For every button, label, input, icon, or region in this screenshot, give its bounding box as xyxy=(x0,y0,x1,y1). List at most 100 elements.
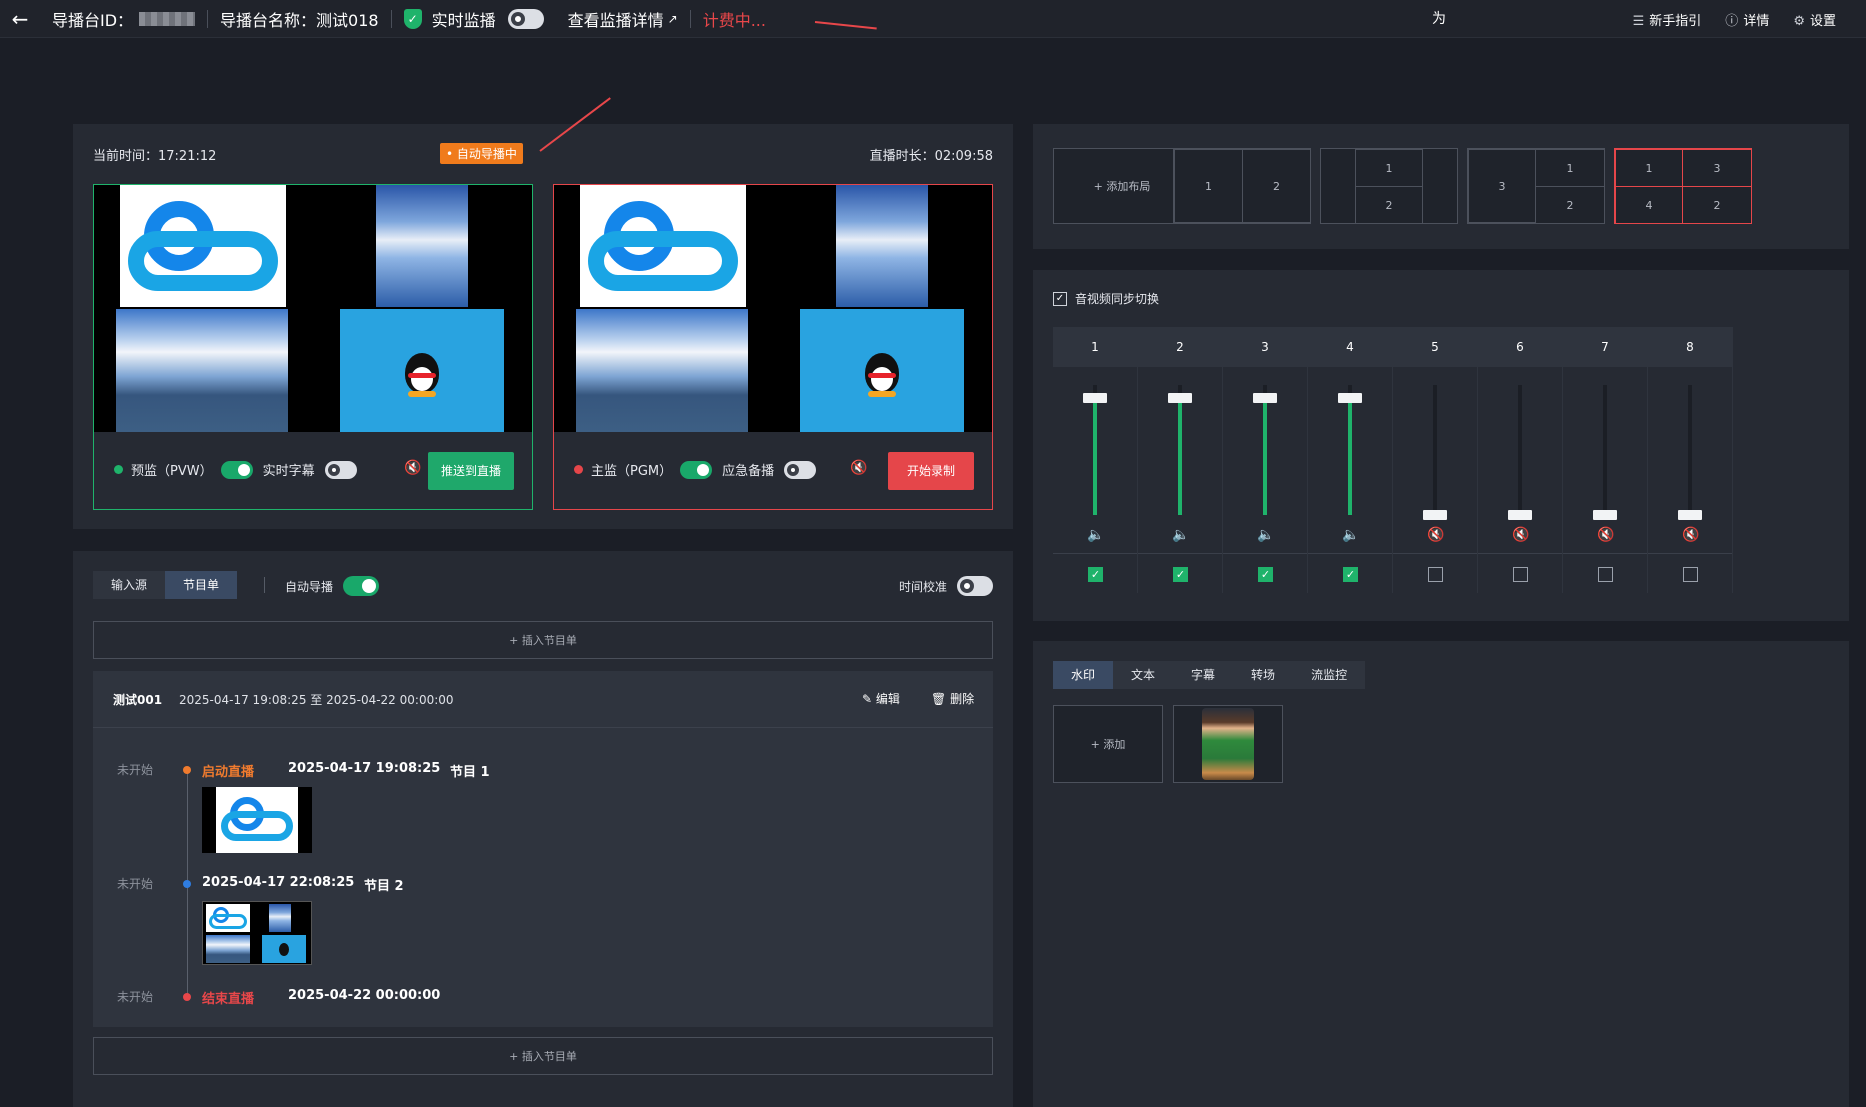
mute-icon[interactable]: 🔇 xyxy=(850,460,867,476)
start-record-button[interactable]: 开始录制 xyxy=(888,452,974,490)
tab-subtitle[interactable]: 字幕 xyxy=(1173,661,1233,689)
state-label: 未开始 xyxy=(117,990,154,1004)
fader-knob[interactable] xyxy=(1338,393,1362,404)
tab-text[interactable]: 文本 xyxy=(1113,661,1173,689)
subtitle-toggle[interactable] xyxy=(324,460,357,479)
layout-option-quad-selected[interactable]: 1 3 4 2 xyxy=(1614,148,1752,224)
speaker-muted-icon[interactable]: 🔇 xyxy=(1512,527,1529,543)
monitor-toggle[interactable] xyxy=(507,8,544,29)
sea-image xyxy=(116,309,288,432)
push-live-button[interactable]: 推送到直播 xyxy=(428,452,514,490)
speaker-muted-icon[interactable]: 🔇 xyxy=(1597,527,1614,543)
backup-toggle[interactable] xyxy=(784,460,817,479)
channel-checkbox[interactable] xyxy=(1428,567,1443,582)
channel-checkbox[interactable]: ✓ xyxy=(1258,567,1273,582)
pgm-screen[interactable] xyxy=(554,185,992,432)
pencil-icon: ✎ xyxy=(862,692,873,706)
auto-broadcast-toggle[interactable] xyxy=(343,576,380,596)
action-label: 启动直播 xyxy=(202,765,255,780)
channel-number: 6 xyxy=(1478,327,1562,367)
program-2-thumbnail[interactable] xyxy=(202,901,312,965)
user-avatar[interactable]: 为 xyxy=(1432,8,1446,28)
sync-checkbox[interactable]: ✓ xyxy=(1053,291,1067,306)
layout-option-center[interactable]: 1 2 xyxy=(1320,148,1458,224)
speaker-icon[interactable]: 🔈 xyxy=(1342,527,1359,543)
insert-program-button-bottom[interactable]: + 插入节目单 xyxy=(93,1037,993,1075)
channel-checkbox[interactable] xyxy=(1513,567,1528,582)
speaker-muted-icon[interactable]: 🔇 xyxy=(1682,527,1699,543)
cloud-logo-image xyxy=(120,185,286,307)
pvw-toggle[interactable] xyxy=(220,460,253,479)
watermark-thumbnail[interactable] xyxy=(1173,705,1283,783)
overlay-tabs: 水印 文本 字幕 转场 流监控 xyxy=(1053,661,1366,689)
divider xyxy=(264,577,265,593)
edit-button[interactable]: ✎ 编辑 xyxy=(862,690,900,707)
tab-input-source[interactable]: 输入源 xyxy=(93,571,165,599)
fader-knob[interactable] xyxy=(1253,393,1277,404)
channel-number: 5 xyxy=(1393,327,1477,367)
tab-transition[interactable]: 转场 xyxy=(1233,661,1293,689)
layout-cell: 1 xyxy=(1535,149,1605,187)
monitor-control: ✓ 实时监播 xyxy=(392,7,556,31)
mute-icon[interactable]: 🔇 xyxy=(404,460,421,476)
fader-knob[interactable] xyxy=(1423,510,1447,520)
fader-knob[interactable] xyxy=(1678,510,1702,520)
mixer-channel-1: 1 🔈 ✓ xyxy=(1053,327,1137,593)
arrow-left-icon[interactable]: ← xyxy=(0,7,40,31)
fader-knob[interactable] xyxy=(1168,393,1192,404)
time-calibration-toggle[interactable] xyxy=(957,576,993,596)
layout-cell: 2 xyxy=(1355,186,1423,224)
fader-knob[interactable] xyxy=(1593,510,1617,520)
backup-label: 应急备播 xyxy=(722,464,775,479)
pgm-toggle[interactable] xyxy=(680,460,713,479)
channel-checkbox[interactable]: ✓ xyxy=(1173,567,1188,582)
tab-watermark[interactable]: 水印 xyxy=(1053,661,1114,689)
divider xyxy=(1223,553,1307,554)
qq-image xyxy=(800,309,964,432)
mixer-channel-7: 7 🔇 xyxy=(1563,327,1647,593)
fader-knob[interactable] xyxy=(1508,510,1532,520)
sync-label: 音视频同步切换 xyxy=(1075,292,1160,306)
pgm-label: 主监（PGM） xyxy=(591,464,673,479)
channel-number: 2 xyxy=(1138,327,1222,367)
speaker-icon[interactable]: 🔈 xyxy=(1257,527,1274,543)
delete-button[interactable]: 🗑 删除 xyxy=(931,690,974,707)
channel-checkbox[interactable]: ✓ xyxy=(1343,567,1358,582)
fader-level xyxy=(1178,398,1182,515)
channel-checkbox[interactable] xyxy=(1683,567,1698,582)
speaker-icon[interactable]: 🔈 xyxy=(1172,527,1189,543)
trash-icon: 🗑 xyxy=(931,692,947,706)
layout-option-2split[interactable]: 1 2 xyxy=(1173,148,1311,224)
layout-cell: 2 xyxy=(1682,186,1752,224)
layout-cell: 1 xyxy=(1174,149,1243,223)
tab-stream-monitor[interactable]: 流监控 xyxy=(1293,661,1365,689)
details-link[interactable]: ⓘ 详情 xyxy=(1725,10,1769,29)
mixer-channel-3: 3 🔈 ✓ xyxy=(1223,327,1307,593)
layout-option-three[interactable]: 3 1 2 xyxy=(1467,148,1605,224)
tab-program-list[interactable]: 节目单 xyxy=(165,571,238,599)
speaker-icon[interactable]: 🔈 xyxy=(1087,527,1104,543)
settings-link[interactable]: ⚙ 设置 xyxy=(1793,10,1836,29)
add-watermark-button[interactable]: + 添加 xyxy=(1053,705,1163,783)
insert-program-button[interactable]: + 插入节目单 xyxy=(93,621,993,659)
guide-link[interactable]: ☰ 新手指引 xyxy=(1633,10,1702,29)
speaker-muted-icon[interactable]: 🔇 xyxy=(1427,527,1444,543)
add-layout-button[interactable]: + 添加布局 xyxy=(1053,148,1191,224)
program-1-thumbnail[interactable] xyxy=(202,787,312,853)
time-calibration-label: 时间校准 xyxy=(898,579,947,594)
sky-image xyxy=(836,185,928,307)
layout-cell: 3 xyxy=(1468,149,1536,223)
monitor-detail-link[interactable]: 查看监播详情 ↗ xyxy=(556,7,690,31)
pvw-screen[interactable] xyxy=(94,185,532,432)
program-title: 节目 2 xyxy=(364,879,404,894)
fader-knob[interactable] xyxy=(1083,393,1107,404)
channel-checkbox[interactable] xyxy=(1598,567,1613,582)
pvw-status-dot xyxy=(114,465,123,474)
fader-track xyxy=(1688,385,1692,515)
fader-level xyxy=(1093,398,1097,515)
penguin-icon xyxy=(279,943,289,956)
program-panel: 输入源 节目单 自动导播 时间校准 + 插入节目单 测试001 2025-04-… xyxy=(73,551,1013,1107)
channel-checkbox[interactable]: ✓ xyxy=(1088,567,1103,582)
qq-image xyxy=(262,935,306,963)
layout-cell: 2 xyxy=(1242,149,1311,223)
